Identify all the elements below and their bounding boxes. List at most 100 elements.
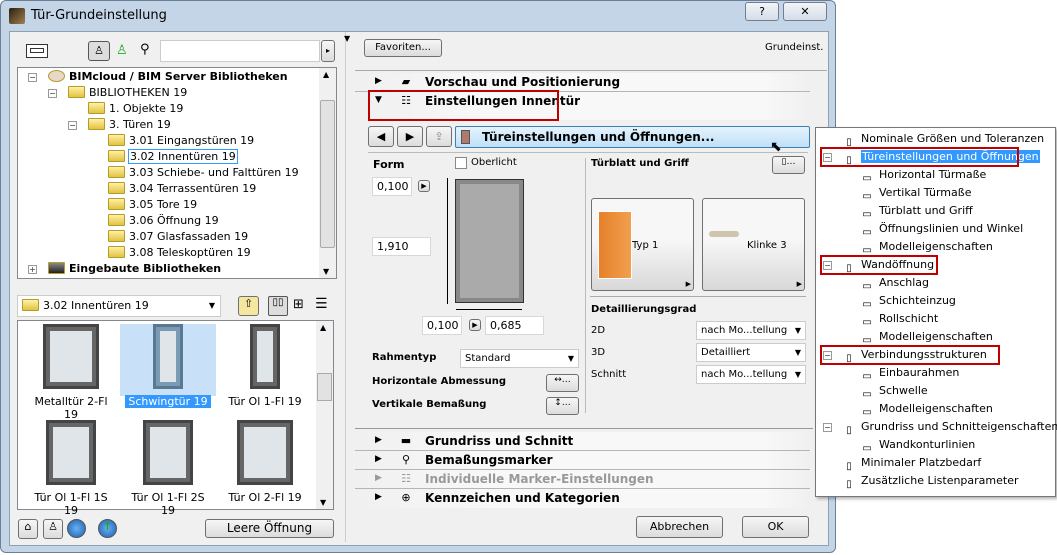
- section-grundriss[interactable]: ▶ ▬ Grundriss und Schnitt: [355, 432, 810, 451]
- detail-3d-select[interactable]: Detailliert ▼: [696, 343, 806, 362]
- floorplan-icon: ▬: [400, 434, 412, 447]
- tree-item[interactable]: 3.07 Glasfassaden 19: [108, 229, 248, 245]
- page-tree-item[interactable]: ▯ Minimaler Platzbedarf: [842, 455, 981, 472]
- folder-up-icon[interactable]: ⇧: [238, 296, 259, 316]
- detail-schnitt-select[interactable]: nach Mo...tellung ▼: [696, 365, 806, 384]
- chair-icon[interactable]: ♙: [88, 41, 110, 61]
- page-tree-label: Modelleigenschaften: [879, 330, 993, 343]
- detail-2d-select[interactable]: nach Mo...tellung ▼: [696, 321, 806, 340]
- leaf-settings-button[interactable]: ▯…: [772, 156, 805, 174]
- export-icon[interactable]: ⇪: [426, 126, 452, 147]
- vertical-settings-button[interactable]: ↕…: [546, 397, 579, 415]
- search-go-button[interactable]: ▸: [321, 40, 335, 62]
- page-tree-item[interactable]: ▭ Horizontal Türmaße: [860, 167, 986, 184]
- tree-item[interactable]: 3.05 Tore 19: [108, 197, 197, 213]
- page-tree-item[interactable]: ▭ Vertikal Türmaße: [860, 185, 972, 202]
- section-kennzeichen[interactable]: ▶ ⊕ Kennzeichen und Kategorien: [355, 489, 810, 508]
- tree-item[interactable]: BIMcloud / BIM Server Bibliotheken: [48, 69, 288, 85]
- object-thumbnail[interactable]: Tür Ol 1-Fl 19: [217, 324, 313, 419]
- search-input[interactable]: [160, 40, 320, 62]
- view-layout-icon[interactable]: [26, 44, 48, 58]
- tree-item[interactable]: 3.01 Eingangstüren 19: [108, 133, 254, 149]
- page-tree-item[interactable]: ▭ Schwelle: [860, 383, 927, 400]
- tree-item[interactable]: 3.04 Terrassentüren 19: [108, 181, 256, 197]
- width-input[interactable]: 0,685: [485, 316, 544, 335]
- page-tree-item[interactable]: ▭ Rollschicht: [860, 311, 938, 328]
- tree-item[interactable]: 1. Objekte 19: [88, 101, 183, 117]
- oberlicht-checkbox[interactable]: [455, 157, 467, 169]
- tree-item[interactable]: Eingebaute Bibliotheken: [48, 261, 221, 277]
- page-tree-item[interactable]: ▭ Wandkonturlinien: [860, 437, 975, 454]
- folder-select[interactable]: 3.02 Innentüren 19 ▼: [17, 295, 221, 317]
- prev-page-button[interactable]: ◀: [368, 126, 394, 147]
- green-chair-icon[interactable]: ♙: [116, 43, 128, 58]
- page-tree-label: Vertikal Türmaße: [879, 186, 972, 199]
- ok-button[interactable]: OK: [742, 516, 809, 538]
- page-tree-item[interactable]: ▭ Einbaurahmen: [860, 365, 959, 382]
- top-toggle-button[interactable]: ▶: [418, 180, 430, 192]
- page-tree-item[interactable]: ▯ Zusätzliche Listenparameter: [842, 473, 1018, 490]
- handle-type-picker[interactable]: Klinke 3 ▶: [702, 198, 805, 291]
- top-offset-input[interactable]: 0,100: [372, 177, 412, 196]
- tree-item[interactable]: 3.03 Schiebe- und Falttüren 19: [108, 165, 299, 181]
- close-button[interactable]: ✕: [783, 2, 827, 21]
- cancel-button[interactable]: Abbrechen: [636, 516, 723, 538]
- page-tree-item[interactable]: ▭ Öffnungslinien und Winkel: [860, 221, 1023, 238]
- tree-item[interactable]: 3. Türen 19: [88, 117, 171, 133]
- add-object-icon[interactable]: ♙: [43, 519, 63, 539]
- horizontal-settings-button[interactable]: ↔…: [546, 374, 579, 392]
- scroll-down-icon[interactable]: ▼: [323, 267, 329, 276]
- width-toggle-button[interactable]: ▶: [469, 319, 481, 331]
- page-select-button[interactable]: Türeinstellungen und Öffnungen...: [455, 126, 810, 148]
- page-tree-item[interactable]: ▭ Modelleigenschaften: [860, 401, 993, 418]
- list-view-icon[interactable]: ☰: [315, 296, 328, 312]
- tree-item[interactable]: BIBLIOTHEKEN 19: [68, 85, 187, 101]
- page-tree-item[interactable]: ▯ Nominale Größen und Toleranzen: [842, 131, 1044, 148]
- help-button[interactable]: ?: [745, 2, 779, 21]
- object-thumbnail[interactable]: Tür Ol 1-Fl 2S 19: [120, 420, 216, 517]
- page-tree-item[interactable]: ▯ Grundriss und Schnitteigenschaften: [842, 419, 1057, 436]
- page-tree-item[interactable]: ▭ Modelleigenschaften: [860, 329, 993, 346]
- grid-scrollbar[interactable]: ▲ ▼: [316, 321, 333, 509]
- page-tree-item[interactable]: ▭ Türblatt und Griff: [860, 203, 973, 220]
- globe-upload-icon[interactable]: ↑: [98, 519, 117, 538]
- page-tree-item[interactable]: ▭ Schichteinzug: [860, 293, 956, 310]
- search-icon[interactable]: ⚲: [140, 42, 150, 57]
- door-type-picker[interactable]: Typ 1 ▶: [591, 198, 694, 291]
- section-bemassungsmarker[interactable]: ▶ ⚲ Bemaßungsmarker: [355, 451, 810, 470]
- object-thumbnail[interactable]: Tür Ol 2-Fl 19: [217, 420, 313, 515]
- tree-item[interactable]: 3.02 Innentüren 19: [108, 149, 238, 165]
- page-tree-label: Türblatt und Griff: [879, 204, 973, 217]
- object-label: Metalltür 2-Fl 19: [34, 395, 108, 421]
- object-thumbnail[interactable]: Schwingtür 19: [120, 324, 216, 419]
- height-input[interactable]: 1,910: [372, 237, 431, 256]
- door-thumbnail-image: [250, 324, 280, 389]
- object-thumbnail[interactable]: Tür Ol 1-Fl 1S 19: [23, 420, 119, 517]
- grid-scroll-thumb[interactable]: [317, 373, 332, 401]
- folder-select-value: 3.02 Innentüren 19: [43, 299, 149, 312]
- tree-scrollbar[interactable]: ▲ ▼: [319, 68, 336, 278]
- empty-opening-button[interactable]: Leere Öffnung: [205, 519, 334, 538]
- tree-item[interactable]: 3.08 Teleskoptüren 19: [108, 245, 251, 261]
- globe-icon[interactable]: [67, 519, 86, 538]
- page-tree-item[interactable]: ▭ Anschlag: [860, 275, 929, 292]
- collapse-icon[interactable]: −: [823, 423, 832, 432]
- grid-view-icon[interactable]: ⊞: [293, 297, 304, 312]
- collapse-icon[interactable]: −: [68, 121, 77, 130]
- rahmentyp-select[interactable]: Standard ▼: [460, 349, 579, 368]
- object-thumbnail[interactable]: Metalltür 2-Fl 19: [23, 324, 119, 421]
- tree-item[interactable]: 3.06 Öffnung 19: [108, 213, 219, 229]
- collapse-icon[interactable]: −: [28, 73, 37, 82]
- expand-icon[interactable]: +: [28, 265, 37, 274]
- scroll-thumb[interactable]: [320, 100, 335, 248]
- scroll-up-icon[interactable]: ▲: [323, 70, 329, 79]
- collapse-icon[interactable]: −: [48, 89, 57, 98]
- large-icons-view-icon[interactable]: ▯▯: [268, 296, 288, 316]
- panel-divider[interactable]: [345, 32, 346, 542]
- next-page-button[interactable]: ▶: [397, 126, 423, 147]
- left-offset-input[interactable]: 0,100: [422, 316, 462, 335]
- page-tree-label: Schichteinzug: [879, 294, 956, 307]
- favorites-button[interactable]: Favoriten...: [364, 39, 442, 57]
- page-tree-item[interactable]: ▭ Modelleigenschaften: [860, 239, 993, 256]
- library-manager-icon[interactable]: ⌂: [18, 519, 38, 539]
